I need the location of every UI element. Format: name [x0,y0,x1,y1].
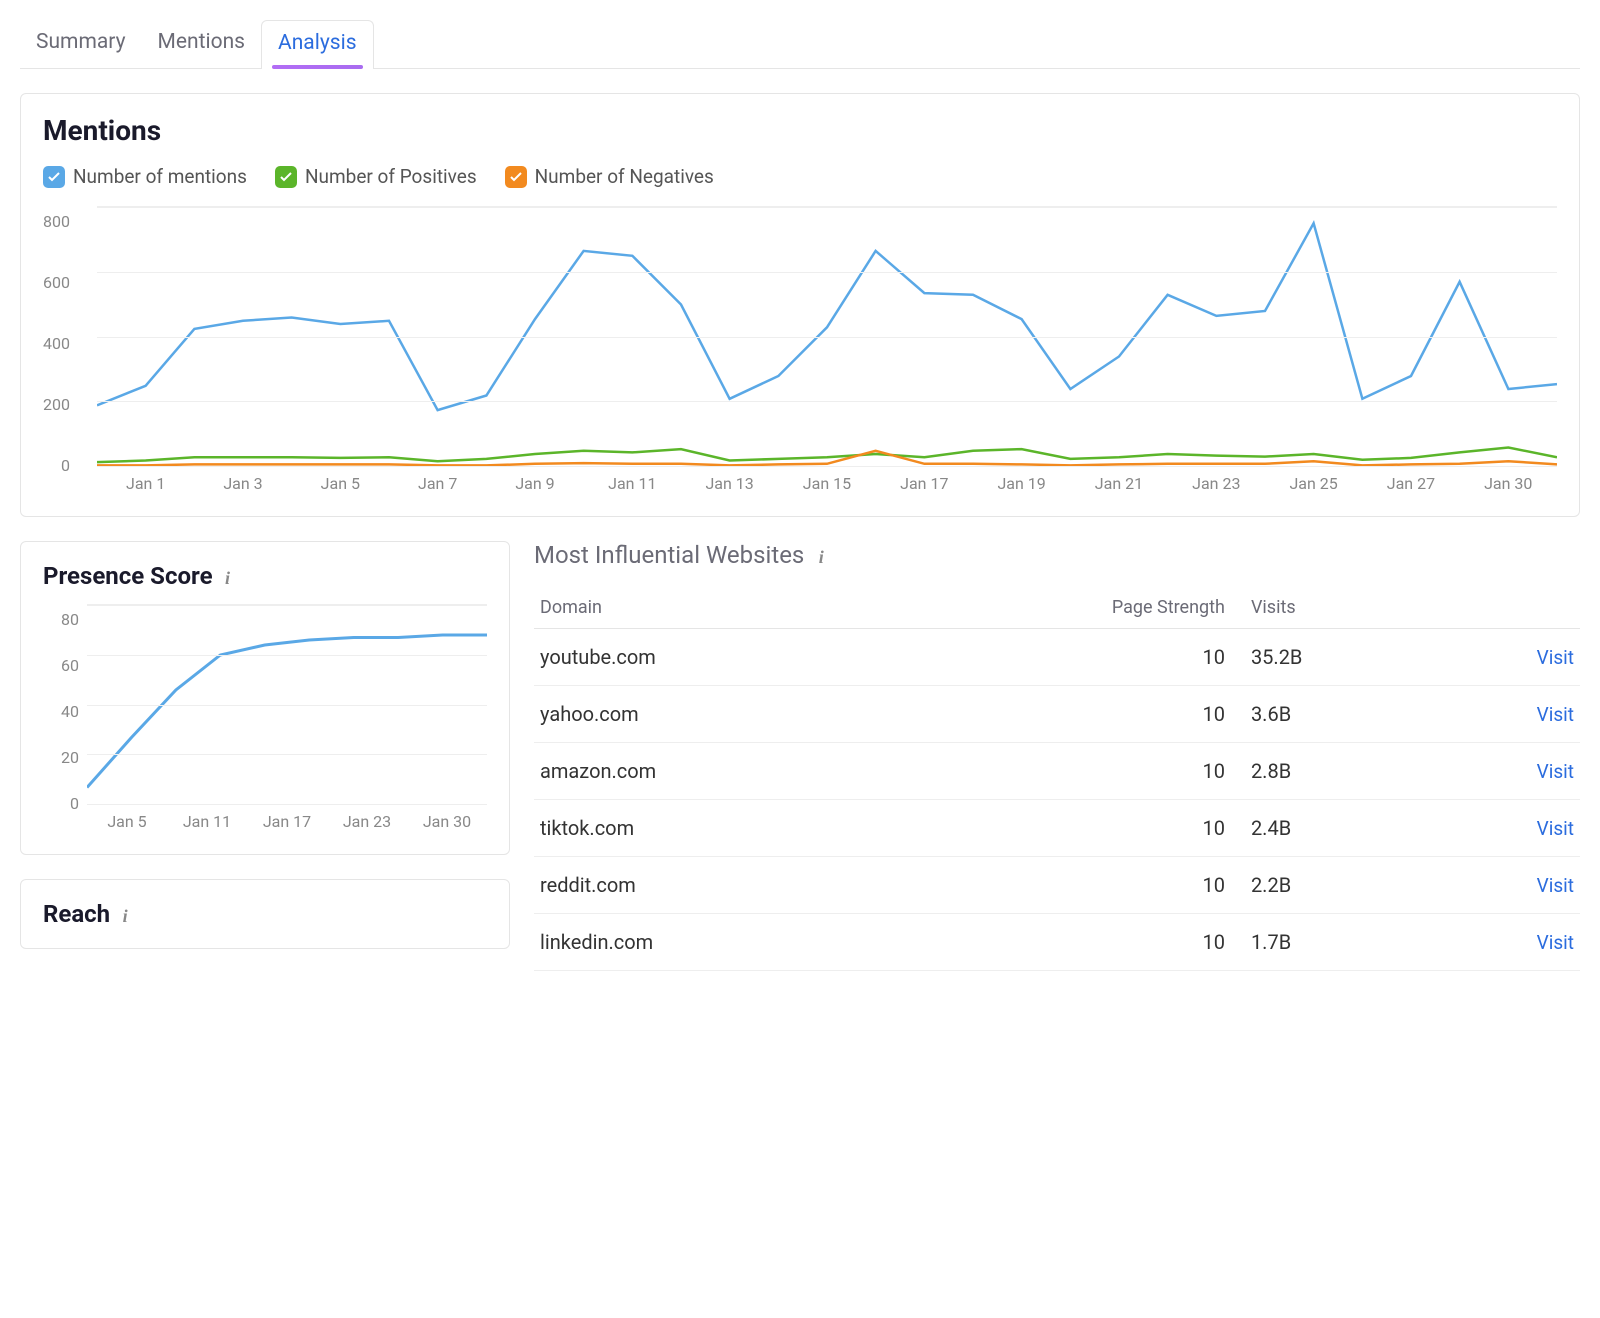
cell-visits: 35.2B [1231,629,1444,686]
cell-strength: 10 [887,629,1231,686]
cell-visits: 2.2B [1231,857,1444,914]
websites-title: Most Influential Websites i [534,541,1580,569]
col-domain: Domain [534,587,887,629]
col-strength: Page Strength [887,587,1231,629]
cell-visits: 3.6B [1231,686,1444,743]
cell-visits: 2.4B [1231,800,1444,857]
reach-title: Reach i [43,900,487,928]
cell-strength: 10 [887,743,1231,800]
mentions-chart: 8006004002000 Jan 1Jan 3Jan 5Jan 7Jan 9J… [43,206,1557,496]
table-row: linkedin.com101.7B Visit [534,914,1580,971]
tabs: SummaryMentionsAnalysis [20,20,1580,69]
table-row: yahoo.com103.6B Visit [534,686,1580,743]
reach-card: Reach i [20,879,510,949]
visit-link[interactable]: Visit [1537,931,1574,954]
cell-domain: youtube.com [534,629,887,686]
legend-item-negatives[interactable]: Number of Negatives [505,165,714,188]
col-visits: Visits [1231,587,1444,629]
cell-strength: 10 [887,857,1231,914]
table-row: amazon.com102.8B Visit [534,743,1580,800]
cell-domain: amazon.com [534,743,887,800]
mentions-card: Mentions Number of mentions Number of Po… [20,93,1580,517]
visit-link[interactable]: Visit [1537,760,1574,783]
table-row: tiktok.com102.4B Visit [534,800,1580,857]
cell-strength: 10 [887,800,1231,857]
websites-table: Domain Page Strength Visits youtube.com1… [534,587,1580,971]
cell-domain: linkedin.com [534,914,887,971]
cell-visits: 2.8B [1231,743,1444,800]
legend-label: Number of Negatives [535,165,714,188]
legend-label: Number of Positives [305,165,477,188]
cell-strength: 10 [887,914,1231,971]
visit-link[interactable]: Visit [1537,817,1574,840]
viewport: SummaryMentionsAnalysis Mentions Number … [20,20,1580,971]
legend-item-positives[interactable]: Number of Positives [275,165,477,188]
table-row: youtube.com1035.2B Visit [534,629,1580,686]
checkbox-icon [275,166,297,188]
tab-analysis[interactable]: Analysis [261,20,374,69]
checkbox-icon [505,166,527,188]
visit-link[interactable]: Visit [1537,874,1574,897]
col-action [1444,587,1580,629]
legend-item-mentions[interactable]: Number of mentions [43,165,247,188]
info-icon[interactable]: i [116,907,134,925]
cell-domain: yahoo.com [534,686,887,743]
cell-domain: tiktok.com [534,800,887,857]
tab-mentions[interactable]: Mentions [142,20,261,68]
presence-title: Presence Score i [43,562,487,590]
presence-card: Presence Score i 806040200 Jan 5Jan 11Ja… [20,541,510,855]
mentions-title: Mentions [43,114,1557,147]
visit-link[interactable]: Visit [1537,703,1574,726]
table-row: reddit.com102.2B Visit [534,857,1580,914]
checkbox-icon [43,166,65,188]
cell-domain: reddit.com [534,857,887,914]
mentions-legend: Number of mentions Number of Positives N… [43,165,1557,188]
influential-websites-section: Most Influential Websites i Domain Page … [534,541,1580,971]
cell-strength: 10 [887,686,1231,743]
visit-link[interactable]: Visit [1537,646,1574,669]
tab-summary[interactable]: Summary [20,20,142,68]
info-icon[interactable]: i [812,548,830,566]
legend-label: Number of mentions [73,165,247,188]
info-icon[interactable]: i [219,569,237,587]
presence-chart: 806040200 Jan 5Jan 11Jan 17Jan 23Jan 30 [43,604,487,834]
cell-visits: 1.7B [1231,914,1444,971]
